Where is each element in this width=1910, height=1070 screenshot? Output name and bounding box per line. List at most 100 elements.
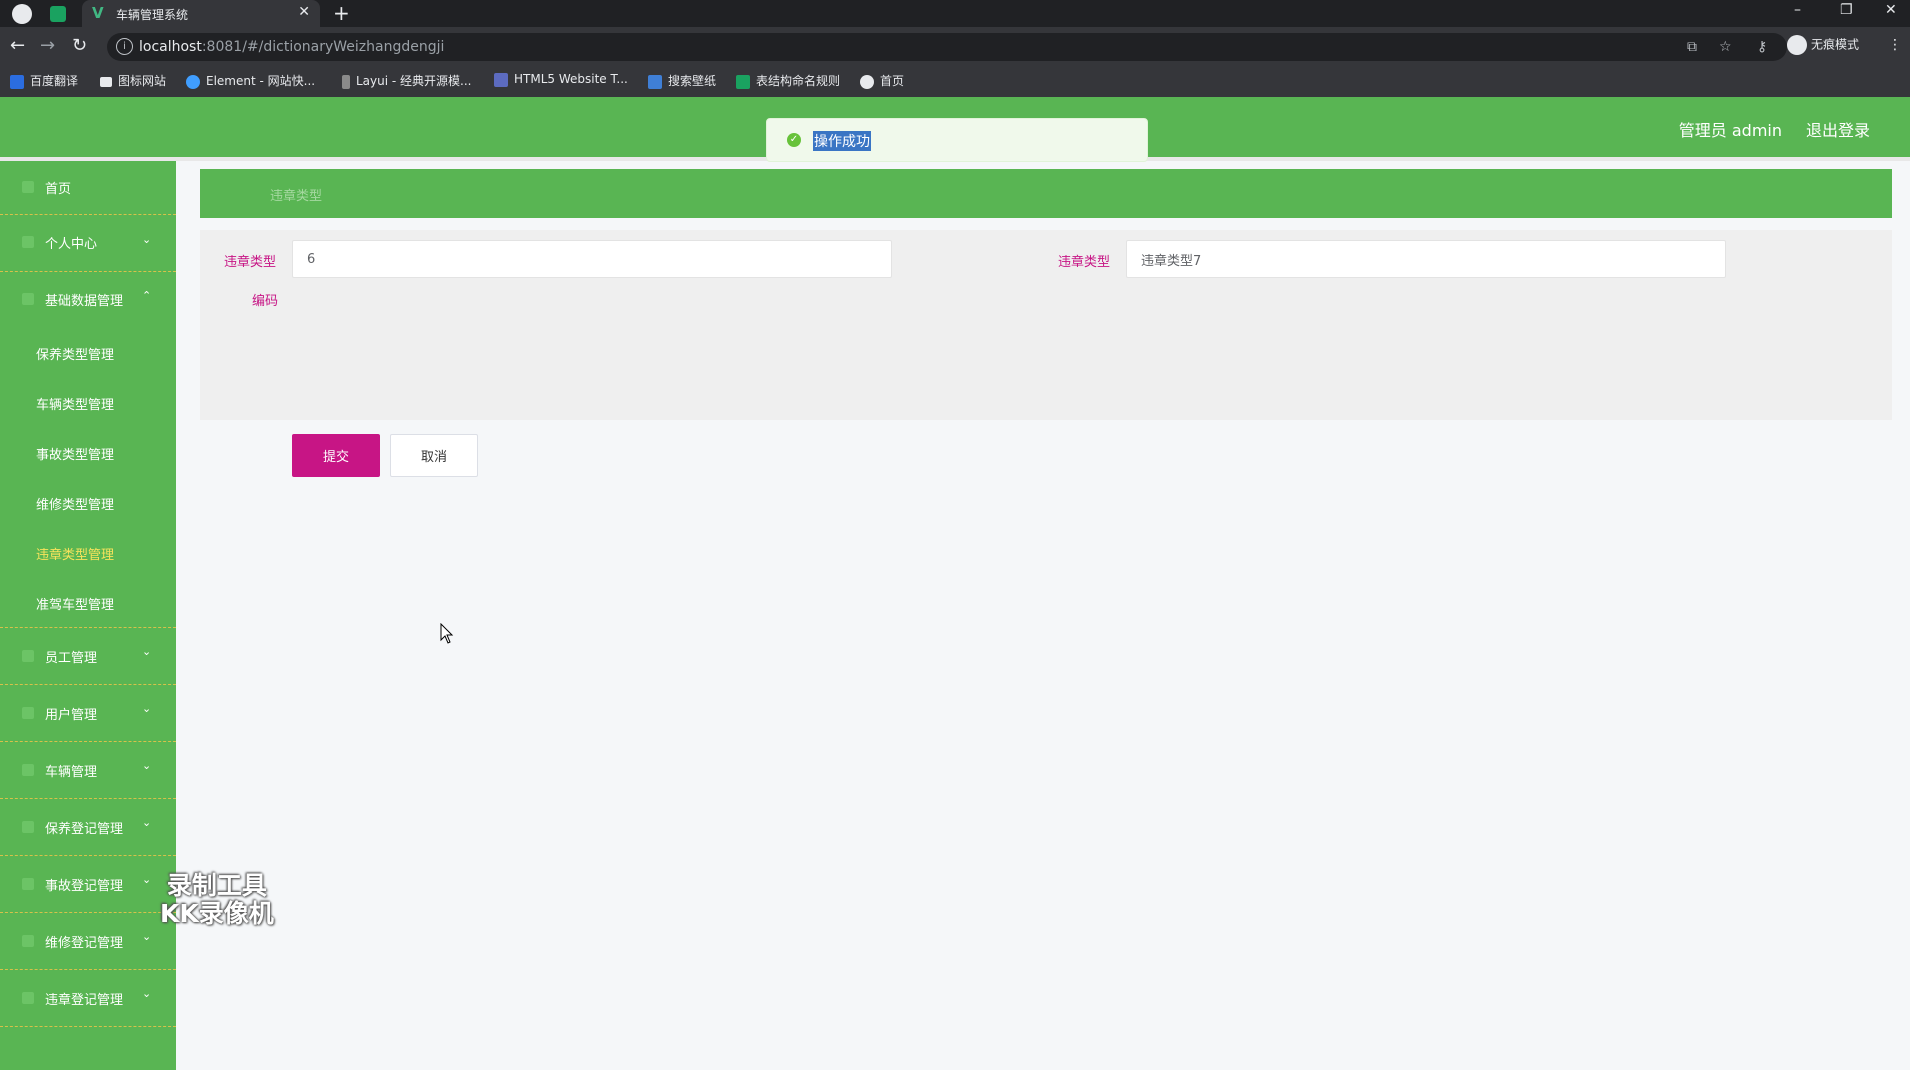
sidebar: 首页 个人中心 ⌄ 基础数据管理 ⌃ 保养类型管理 车辆类型管理 事故类型管理 … bbox=[0, 161, 176, 1070]
car-icon bbox=[22, 764, 34, 776]
inactive-tab-icon[interactable] bbox=[12, 4, 32, 24]
chevron-down-icon: ⌄ bbox=[142, 702, 152, 715]
translate-icon[interactable]: ⧉ bbox=[1687, 39, 1697, 55]
menu-item-home[interactable]: 首页 bbox=[0, 161, 176, 215]
toast-message: 操作成功 bbox=[813, 131, 871, 151]
key-icon[interactable]: ⚷ bbox=[1757, 39, 1767, 55]
watermark-line: KK录像机 bbox=[160, 899, 274, 928]
mouse-cursor-icon bbox=[440, 623, 454, 644]
chevron-down-icon: ⌄ bbox=[142, 873, 152, 886]
browser-menu-icon[interactable]: ⋮ bbox=[1888, 37, 1902, 53]
bookmark-item[interactable]: 百度翻译 bbox=[10, 72, 78, 89]
menu-label: 个人中心 bbox=[45, 237, 98, 252]
menu-label: 保养登记管理 bbox=[45, 822, 124, 837]
breadcrumb-item[interactable]: 违章类型 bbox=[270, 185, 322, 204]
bookmark-star-icon[interactable]: ☆ bbox=[1719, 39, 1732, 55]
menu-item-maintenance-record[interactable]: 保养登记管理 ⌄ bbox=[0, 799, 176, 856]
translate-bookmark-icon bbox=[10, 74, 24, 89]
menu-label: 员工管理 bbox=[45, 651, 98, 666]
menu-label: 基础数据管理 bbox=[45, 294, 124, 309]
menu-item-employee[interactable]: 员工管理 ⌄ bbox=[0, 628, 176, 685]
globe-icon bbox=[860, 74, 874, 89]
bookmark-item[interactable]: 表结构命名规则 bbox=[736, 72, 840, 89]
employee-icon bbox=[22, 650, 34, 662]
chevron-down-icon: ⌄ bbox=[142, 645, 152, 658]
code-label: 违章类型 bbox=[224, 255, 277, 270]
submenu-repair-type[interactable]: 维修类型管理 bbox=[36, 494, 114, 513]
new-tab-icon[interactable]: + bbox=[333, 1, 350, 25]
menu-label: 维修登记管理 bbox=[45, 936, 124, 951]
logout-link[interactable]: 退出登录 bbox=[1806, 117, 1870, 141]
active-tab[interactable]: V 车辆管理系统 ✕ bbox=[82, 0, 320, 27]
chevron-up-icon: ⌃ bbox=[142, 289, 152, 302]
chevron-down-icon: ⌄ bbox=[142, 930, 152, 943]
maintenance-icon bbox=[22, 821, 34, 833]
url-host: localhost bbox=[139, 39, 202, 55]
submenu-violation-type[interactable]: 违章类型管理 bbox=[36, 544, 114, 563]
menu-item-personal-center[interactable]: 个人中心 ⌄ bbox=[0, 214, 176, 272]
user-icon bbox=[22, 236, 34, 248]
bookmark-item[interactable]: 搜索壁纸 bbox=[648, 72, 716, 89]
edit-form: 违章类型 编码 违章类型 bbox=[200, 230, 1892, 420]
restore-icon[interactable]: ❐ bbox=[1840, 2, 1853, 18]
tab-title: 车辆管理系统 bbox=[116, 8, 189, 22]
chevron-down-icon: ⌄ bbox=[142, 816, 152, 829]
reload-icon[interactable]: ↻ bbox=[72, 35, 87, 56]
vue-logo-icon: V bbox=[92, 4, 104, 22]
recorder-watermark: 录制工具 KK录像机 bbox=[160, 872, 274, 928]
inactive-tab-icon[interactable] bbox=[50, 6, 66, 22]
success-check-icon: ✓ bbox=[787, 133, 801, 147]
violation-name-input[interactable] bbox=[1126, 240, 1726, 278]
violation-icon bbox=[22, 992, 34, 1004]
browser-tab-bar: V 车辆管理系统 ✕ + – ❐ ✕ bbox=[0, 0, 1910, 27]
menu-item-basic-data[interactable]: 基础数据管理 ⌃ bbox=[0, 271, 176, 325]
menu-label: 事故登记管理 bbox=[45, 879, 124, 894]
bookmark-item[interactable]: Layui - 经典开源模... bbox=[342, 72, 471, 89]
layui-logo-icon bbox=[342, 74, 350, 89]
submit-button[interactable]: 提交 bbox=[292, 434, 380, 477]
close-tab-icon[interactable]: ✕ bbox=[298, 4, 310, 20]
chevron-down-icon: ⌄ bbox=[142, 987, 152, 1000]
name-label: 违章类型 bbox=[1058, 255, 1111, 270]
incognito-icon bbox=[1787, 35, 1807, 55]
user-label: 管理员 admin bbox=[1678, 121, 1782, 140]
menu-item-accident-record[interactable]: 事故登记管理 ⌄ bbox=[0, 856, 176, 913]
menu-label: 违章登记管理 bbox=[45, 993, 124, 1008]
url-path: :8081/#/dictionaryWeizhangdengji bbox=[201, 39, 445, 55]
url-field[interactable]: i localhost:8081/#/dictionaryWeizhangden… bbox=[107, 33, 1787, 61]
minimize-icon[interactable]: – bbox=[1794, 2, 1801, 18]
users-icon bbox=[22, 707, 34, 719]
incognito-indicator[interactable]: 无痕模式 bbox=[1787, 35, 1859, 55]
submenu-license-type[interactable]: 准驾车型管理 bbox=[36, 594, 114, 613]
repair-icon bbox=[22, 935, 34, 947]
menu-item-user[interactable]: 用户管理 ⌄ bbox=[0, 685, 176, 742]
menu-label: 车辆管理 bbox=[45, 765, 98, 780]
violation-code-input[interactable] bbox=[292, 240, 892, 278]
site-info-icon[interactable]: i bbox=[116, 38, 133, 55]
accident-icon bbox=[22, 878, 34, 890]
forward-icon[interactable]: → bbox=[40, 35, 55, 56]
close-window-icon[interactable]: ✕ bbox=[1885, 2, 1897, 18]
bookmark-item[interactable]: HTML5 Website T... bbox=[494, 72, 628, 87]
chevron-down-icon: ⌄ bbox=[142, 233, 152, 246]
back-icon[interactable]: ← bbox=[10, 35, 25, 56]
menu-item-violation-record[interactable]: 违章登记管理 ⌄ bbox=[0, 970, 176, 1027]
menu-item-vehicle[interactable]: 车辆管理 ⌄ bbox=[0, 742, 176, 799]
bookmark-item[interactable]: Element - 网站快... bbox=[186, 72, 315, 89]
cancel-button[interactable]: 取消 bbox=[390, 434, 478, 477]
flag-icon bbox=[100, 76, 112, 87]
watermark-line: 录制工具 bbox=[166, 871, 267, 900]
bookmark-item[interactable]: 首页 bbox=[860, 72, 904, 89]
success-toast: ✓ 操作成功 bbox=[766, 118, 1148, 162]
main-content: 违章类型 违章类型 编码 违章类型 提交 取消 bbox=[176, 161, 1910, 1070]
submenu-accident-type[interactable]: 事故类型管理 bbox=[36, 444, 114, 463]
address-bar: ← → ↻ i localhost:8081/#/dictionaryWeizh… bbox=[0, 27, 1910, 67]
code-label-suffix: 编码 bbox=[252, 294, 279, 309]
submenu-maintenance-type[interactable]: 保养类型管理 bbox=[36, 344, 114, 363]
sheet-icon bbox=[736, 74, 750, 89]
menu-label: 首页 bbox=[45, 182, 72, 197]
bookmark-item[interactable]: 图标网站 bbox=[100, 72, 166, 89]
bookmarks-bar: 百度翻译 图标网站 Element - 网站快... Layui - 经典开源模… bbox=[0, 67, 1910, 98]
menu-item-repair-record[interactable]: 维修登记管理 ⌄ bbox=[0, 913, 176, 970]
submenu-vehicle-type[interactable]: 车辆类型管理 bbox=[36, 394, 114, 413]
